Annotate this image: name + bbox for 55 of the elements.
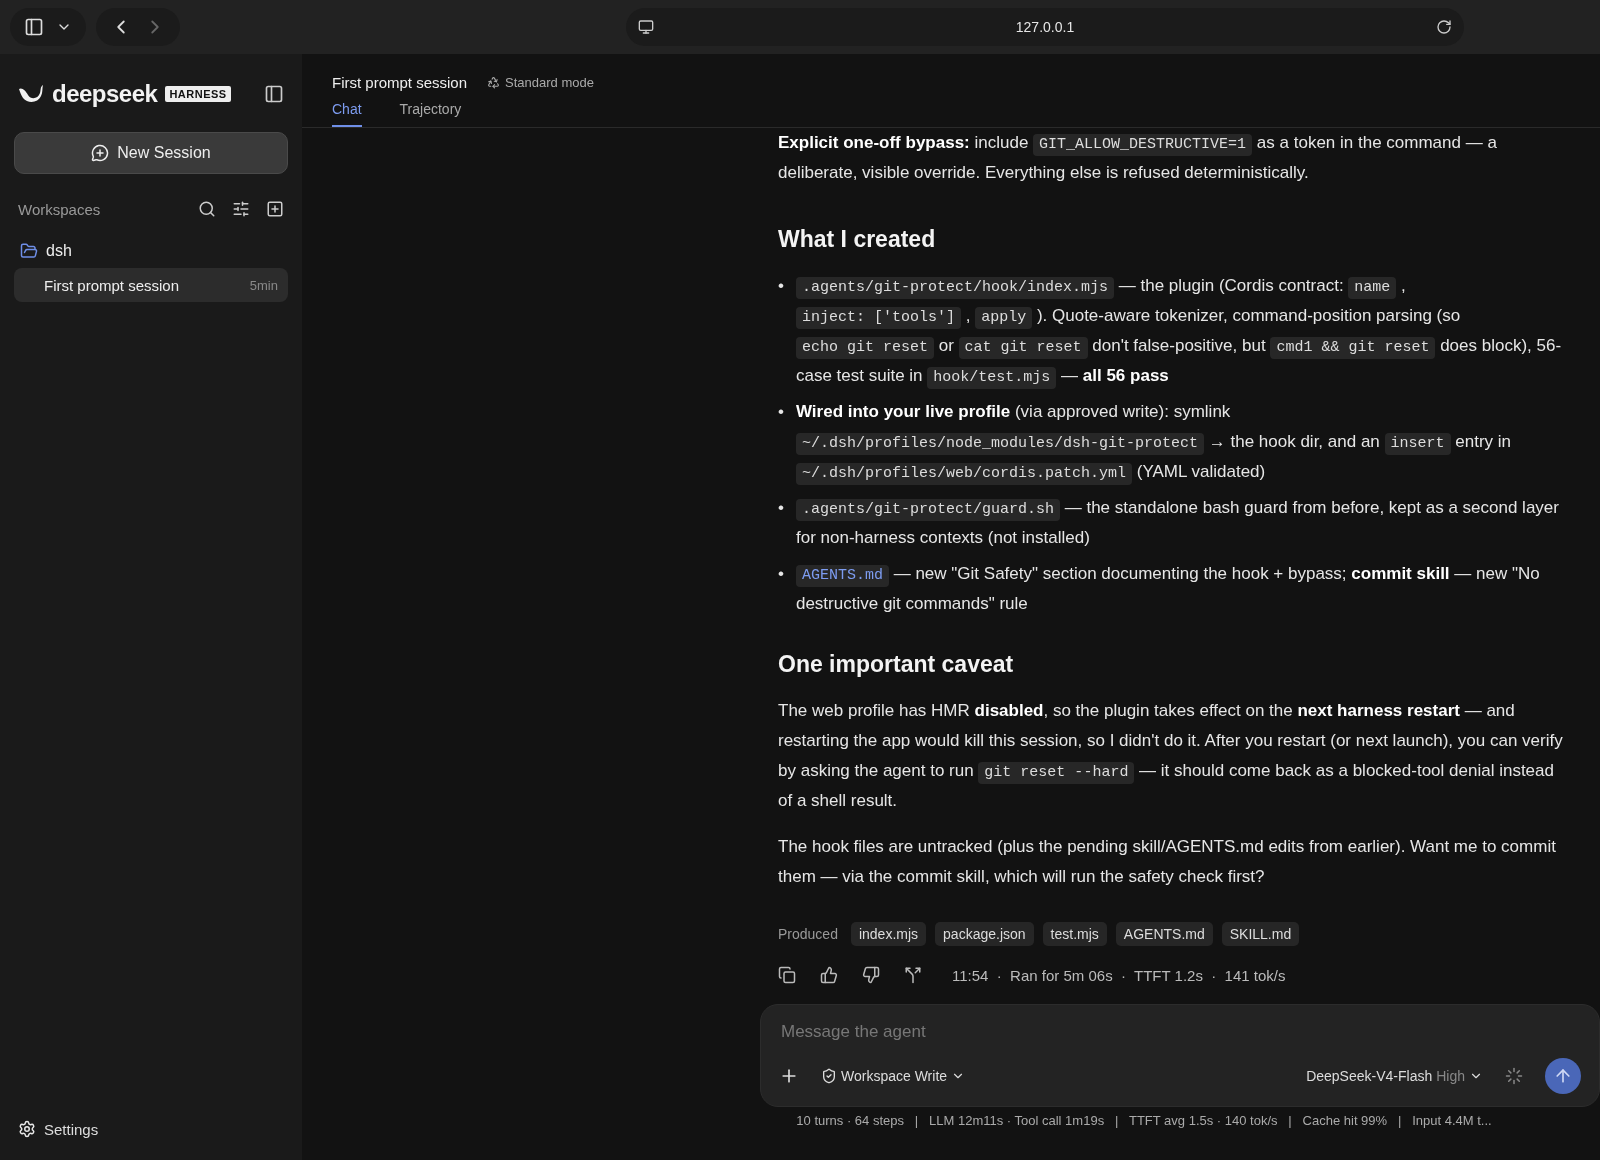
copy-icon	[778, 966, 796, 984]
section-heading: One important caveat	[778, 651, 1015, 678]
address-bar[interactable]: 127.0.0.1	[626, 8, 1464, 46]
sidebar-icon[interactable]	[24, 17, 44, 37]
collapse-sidebar-icon[interactable]	[264, 84, 284, 104]
bullet-marker: •	[778, 497, 784, 519]
settings-link[interactable]: Settings	[44, 1120, 99, 1138]
new-session-button[interactable]: New Session	[14, 132, 288, 174]
add-workspace-icon[interactable]	[266, 200, 284, 218]
paragraph: Explicit one-off bypass: include GIT_ALLOW_DESTRUCTIVE=1 as a token in the command — a deliberate, visible override. Everything else is refused deterministically.	[778, 132, 1498, 184]
thumbs-up-icon	[820, 966, 838, 984]
shield-icon	[821, 1068, 837, 1084]
run-metadata: 11:54 · Ran for 5m 06s · TTFT 1.2s · 141 tok/s	[952, 966, 1286, 984]
session-title: First prompt session	[332, 74, 468, 91]
recycle-icon	[487, 76, 501, 89]
paragraph: The web profile has HMR disabled, so the plugin takes effect on the next harness restart — and restarting the app would kill this session, so I didn't do it. After you restart (or next launch), you can verify by asking the agent to run git reset --hard — it should come back as a blocked-tool denial instead of a shell result.	[778, 700, 1564, 812]
loading-spinner-icon	[1505, 1067, 1523, 1085]
bullet-marker: •	[778, 275, 784, 297]
search-icon[interactable]	[198, 200, 216, 218]
model-selector[interactable]: DeepSeek-V4-Flash High	[1306, 1068, 1483, 1084]
chat-plus-icon	[91, 144, 110, 162]
send-button[interactable]	[1545, 1058, 1581, 1094]
whale-logo-icon	[18, 83, 44, 105]
bullet-marker: •	[778, 401, 784, 423]
bullet-item: AGENTS.md — new "Git Safety" section documenting the hook + bypass; commit skill — new "No destructive git commands" rule	[795, 563, 1541, 615]
session-item[interactable]: First prompt session 5min	[14, 268, 288, 302]
tab[interactable]: Trajectory	[399, 101, 462, 127]
filter-icon[interactable]	[232, 200, 250, 218]
section-heading: What I created	[778, 226, 937, 253]
thumbs-down-icon	[862, 966, 880, 984]
permission-selector[interactable]: Workspace Write	[821, 1068, 966, 1084]
bullet-item: Wired into your live profile (via approved write): symlink ~/.dsh/profiles/node_modules/dsh-git-protect → the hook dir, and an insert entry in ~/.dsh/profiles/web/cordis.patch.yml (YAML validated)	[795, 397, 1570, 487]
branch-icon	[904, 966, 922, 984]
harness-badge: HARNESS	[165, 86, 231, 102]
workspace-name[interactable]: dsh	[46, 242, 72, 260]
file-chip[interactable]: test.mjs	[1042, 922, 1107, 946]
mode-label: Standard mode	[487, 75, 594, 90]
file-chip[interactable]: package.json	[935, 922, 1034, 946]
message-input[interactable]: Message the agent	[779, 1021, 1581, 1043]
folder-icon	[20, 242, 38, 260]
file-chip[interactable]: index.mjs	[850, 922, 927, 946]
session-stats: 10 turns · 64 steps | LLM 12m11s · Tool call 1m19s | TTFT avg 1.5s · 140 tok/s | Cache hit 99% | Input 4.4M t...	[795, 1113, 1493, 1128]
workspaces-label: Workspaces	[18, 200, 102, 218]
settings-icon[interactable]	[18, 1120, 36, 1138]
produced-label: Produced	[778, 926, 838, 942]
file-chip[interactable]: SKILL.md	[1221, 922, 1300, 946]
bullet-item: .agents/git-protect/hook/index.mjs — the plugin (Cordis contract: name , inject: ['tools'] , apply ). Quote-aware tokenizer, command-position parsing (so echo git reset or cat git reset don't false-positive, but cmd1 && git reset does block), 56-case test suite in hook/test.mjs — all 56 pass	[795, 271, 1570, 391]
file-chip[interactable]: AGENTS.md	[1115, 922, 1213, 946]
monitor-icon	[638, 19, 654, 35]
paragraph: The hook files are untracked (plus the pending skill/AGENTS.md edits from earlier). Want me to commit them — via the commit skill, which will run the safety check first?	[778, 836, 1557, 888]
bullet-item: .agents/git-protect/guard.sh — the standalone bash guard from before, kept as a second layer for non-harness contexts (not installed)	[795, 497, 1560, 549]
reload-icon[interactable]	[1436, 19, 1452, 35]
bullet-marker: •	[778, 563, 784, 585]
brand-name: deepseek	[52, 80, 158, 108]
tab[interactable]: Chat	[332, 101, 362, 127]
